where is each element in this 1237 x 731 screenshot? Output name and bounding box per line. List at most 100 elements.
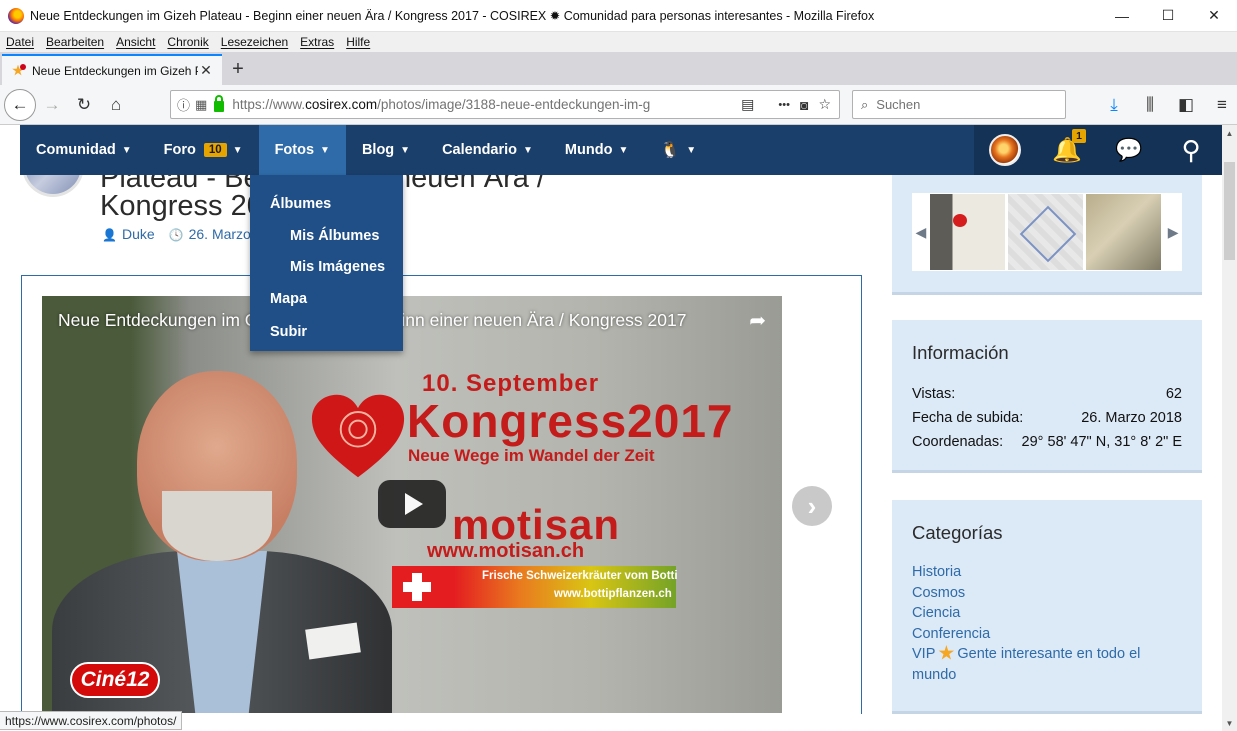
video-text-motisan-url: www.motisan.ch	[427, 540, 585, 562]
chevron-down-icon: ▼	[121, 144, 132, 156]
menu-item-albumes[interactable]: Álbumes	[250, 187, 403, 220]
video-text-kongress: Kongress2017	[407, 395, 734, 447]
menu-item-mapa[interactable]: Mapa	[250, 282, 403, 315]
web-page: Plateau - Beginn einer neuen Ära / Kongr…	[0, 125, 1222, 714]
search-icon: ⚲	[1181, 134, 1201, 165]
page-actions-button[interactable]: •••	[778, 99, 790, 111]
cine12-logo: Ciné12	[70, 662, 160, 698]
nav-comunidad[interactable]: Comunidad ▼	[20, 125, 148, 175]
bookmark-star-icon[interactable]: ☆	[818, 96, 831, 113]
play-button[interactable]	[378, 480, 446, 528]
menu-lesezeichen[interactable]: Lesezeichen	[221, 35, 288, 49]
scroll-down-icon[interactable]: ▼	[1222, 715, 1237, 731]
tab-title: Neue Entdeckungen im Gizeh P	[32, 63, 198, 78]
lock-icon	[214, 94, 225, 112]
thumbnail[interactable]	[1086, 194, 1162, 270]
pocket-icon[interactable]: ◙	[800, 97, 808, 113]
notifications-button[interactable]: 🔔 1	[1036, 125, 1098, 175]
menu-datei[interactable]: Datei	[6, 35, 34, 49]
permissions-icon[interactable]: ▦	[195, 97, 207, 113]
site-navigation: Comunidad ▼ Foro 10 ▼ Fotos ▼ Blog ▼ Calendar…	[20, 125, 1222, 175]
minimize-button[interactable]: —	[1099, 0, 1145, 32]
user-menu[interactable]	[974, 125, 1036, 175]
menu-hilfe[interactable]: Hilfe	[346, 35, 370, 49]
close-window-button[interactable]: ✕	[1191, 0, 1237, 32]
author-link[interactable]: Duke	[122, 226, 155, 242]
search-icon: ⌕	[861, 96, 869, 112]
fotos-dropdown-menu: Álbumes Mis Álbumes Mis Imágenes Mapa Su…	[250, 175, 403, 351]
navigation-toolbar: ← → ↻ ⌂ ⓘ ▦ https://www.cosirex.com/phot…	[0, 85, 1237, 125]
menu-item-subir[interactable]: Subir	[250, 315, 403, 348]
menu-bar: Datei Bearbeiten Ansicht Chronik Lesezei…	[0, 32, 1237, 52]
carousel-prev-icon[interactable]: ◀	[912, 224, 930, 241]
info-row-coordinates: Coordenadas: 29° 58' 47" N, 31° 8' 2" E	[912, 434, 1182, 450]
carousel-next-icon[interactable]: ▶	[1164, 224, 1182, 241]
menu-item-mis-albumes[interactable]: Mis Álbumes	[250, 220, 403, 251]
nav-foro[interactable]: Foro 10 ▼	[148, 125, 259, 175]
star-icon	[938, 645, 955, 660]
menu-chronik[interactable]: Chronik	[167, 35, 208, 49]
user-avatar	[989, 134, 1021, 166]
swiss-cross-icon	[400, 570, 434, 604]
share-icon[interactable]: ➦	[749, 308, 766, 333]
mascot-icon: 🐧	[660, 142, 681, 159]
menu-ansicht[interactable]: Ansicht	[116, 35, 155, 49]
nav-mascot[interactable]: 🐧 ▼	[644, 125, 712, 175]
video-player[interactable]: Neue Entdeckungen im Gizeh Plateau - Beg…	[42, 296, 782, 713]
messages-button[interactable]: 💬	[1098, 125, 1160, 175]
categories-heading: Categorías	[912, 522, 1003, 543]
search-placeholder: Suchen	[876, 97, 921, 112]
info-heading: Información	[912, 342, 1009, 363]
sponsor-banner: Frische Schweizerkräuter vom Botti www.b…	[392, 566, 678, 608]
forward-button[interactable]: →	[36, 89, 68, 121]
category-link[interactable]: Conferencia	[912, 624, 1182, 645]
info-row-upload-date: Fecha de subida: 26. Marzo 2018	[912, 410, 1182, 426]
category-link[interactable]: Cosmos	[912, 583, 1182, 604]
categories-panel: Categorías Historia Cosmos Ciencia Confe…	[892, 500, 1202, 714]
nav-calendario[interactable]: Calendario ▼	[426, 125, 549, 175]
search-bar[interactable]: ⌕ Suchen	[852, 90, 1066, 119]
info-row-views: Vistas: 62	[912, 386, 1182, 402]
user-icon: 👤	[102, 228, 117, 242]
menu-extras[interactable]: Extras	[300, 35, 334, 49]
reader-view-icon[interactable]: ▤	[741, 96, 754, 113]
page-scrollbar[interactable]: ▲ ▼	[1222, 125, 1237, 731]
nav-blog[interactable]: Blog ▼	[346, 125, 426, 175]
url-text[interactable]: https://www.cosirex.com/photos/image/318…	[232, 97, 677, 112]
firefox-logo-icon	[8, 7, 24, 24]
scroll-thumb[interactable]	[1224, 162, 1235, 260]
library-icon[interactable]: ⫼	[1136, 89, 1164, 121]
browser-tab[interactable]: Neue Entdeckungen im Gizeh P ✕	[2, 54, 222, 85]
next-image-button[interactable]: ›	[792, 486, 832, 526]
info-icon[interactable]: ⓘ	[177, 95, 190, 114]
category-link-vip[interactable]: VIP Gente interesante en todo el mundo	[912, 644, 1182, 685]
chevron-down-icon: ▼	[232, 144, 243, 156]
new-tab-button[interactable]: +	[222, 54, 254, 85]
chat-bubble-icon: 💬	[1115, 137, 1143, 162]
nav-fotos[interactable]: Fotos ▼	[258, 125, 346, 175]
window-title: Neue Entdeckungen im Gizeh Plateau - Beg…	[30, 9, 875, 23]
category-link[interactable]: Ciencia	[912, 603, 1182, 624]
site-search-button[interactable]: ⚲	[1160, 125, 1222, 175]
info-panel: Información Vistas: 62 Fecha de subida: 26…	[892, 320, 1202, 473]
heart-logo-icon	[310, 392, 406, 480]
url-bar[interactable]: ⓘ ▦ https://www.cosirex.com/photos/image…	[170, 90, 840, 119]
menu-item-mis-imagenes[interactable]: Mis Imágenes	[250, 251, 403, 282]
sidebar-icon[interactable]: ◧	[1172, 89, 1200, 121]
scroll-up-icon[interactable]: ▲	[1222, 125, 1237, 141]
maximize-button[interactable]: ☐	[1145, 0, 1191, 32]
home-button[interactable]: ⌂	[100, 89, 132, 121]
hamburger-menu-icon[interactable]: ≡	[1208, 89, 1236, 121]
chevron-down-icon: ▼	[686, 144, 697, 156]
category-link[interactable]: Historia	[912, 562, 1182, 583]
nav-mundo[interactable]: Mundo ▼	[549, 125, 644, 175]
thumbnail[interactable]	[1007, 194, 1084, 270]
tab-strip: Neue Entdeckungen im Gizeh P ✕ +	[0, 52, 1237, 85]
menu-bearbeiten[interactable]: Bearbeiten	[46, 35, 104, 49]
back-button[interactable]: ←	[4, 88, 36, 121]
reload-button[interactable]: ↻	[68, 89, 100, 121]
downloads-icon[interactable]: ⤓	[1100, 89, 1128, 121]
status-bar: https://www.cosirex.com/photos/	[0, 711, 183, 730]
thumbnail[interactable]	[929, 194, 1005, 270]
close-tab-icon[interactable]: ✕	[198, 62, 214, 79]
